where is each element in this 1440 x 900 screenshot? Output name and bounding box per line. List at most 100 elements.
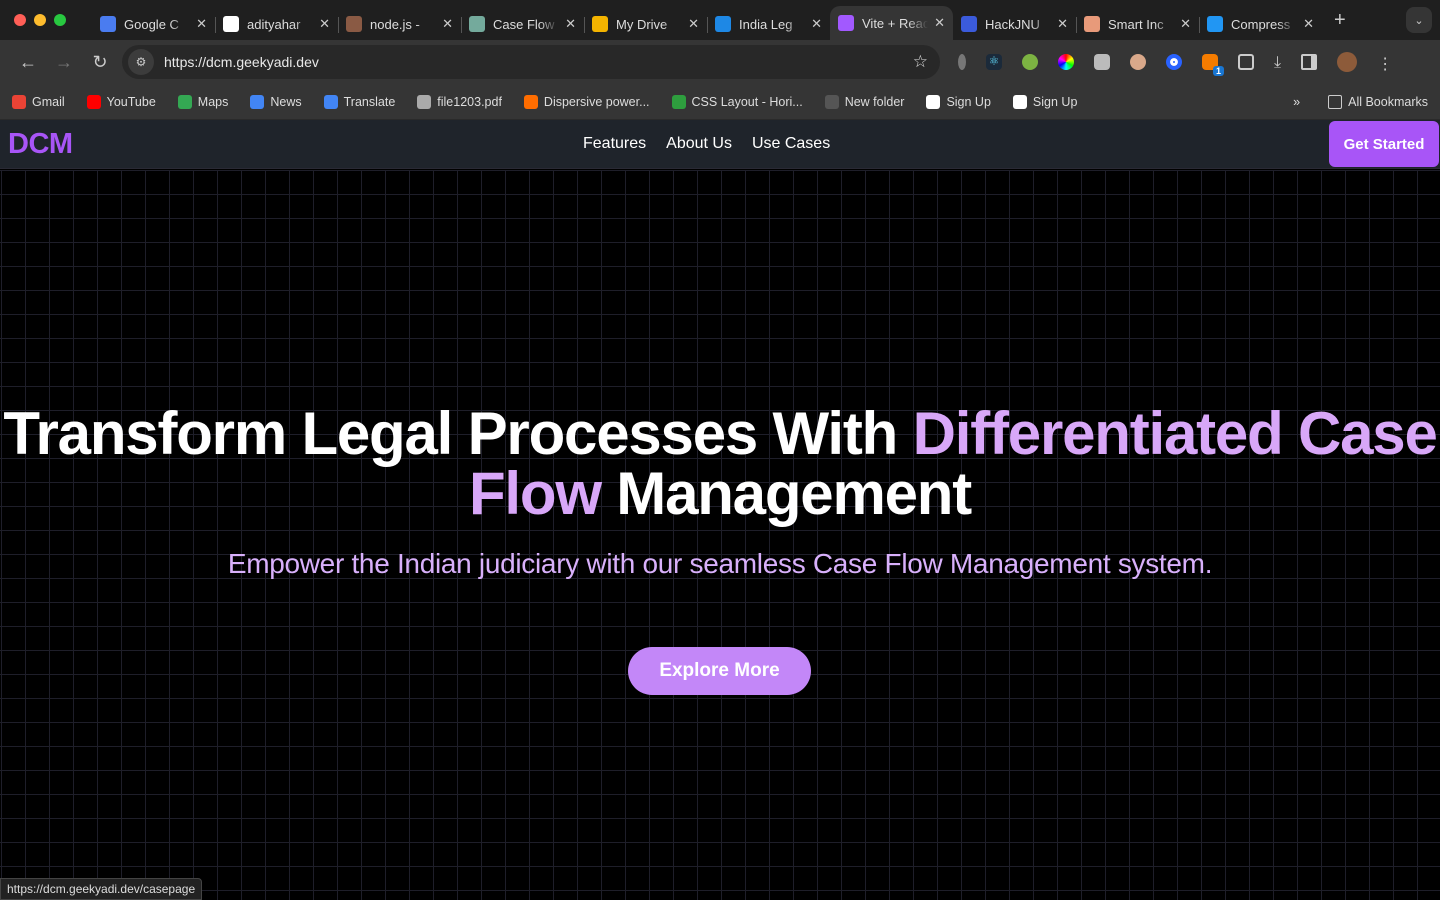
- tab[interactable]: Vite + React ✕: [830, 6, 953, 40]
- close-tab-icon[interactable]: ✕: [196, 16, 207, 32]
- nav-use-cases[interactable]: Use Cases: [752, 135, 830, 153]
- extension-circle-icon[interactable]: [1166, 54, 1182, 70]
- all-bookmarks-button[interactable]: All Bookmarks: [1328, 94, 1428, 109]
- site-navbar: DCM Features About Us Use Cases Get Star…: [0, 120, 1440, 169]
- side-panel-icon[interactable]: [1301, 54, 1318, 70]
- site-settings-icon[interactable]: ⚙: [128, 49, 154, 75]
- browser-toolbar: ← → ↻ ⚙ https://dcm.geekyadi.dev ☆ ⚛ 1 ⤓…: [0, 40, 1440, 84]
- close-tab-icon[interactable]: ✕: [442, 16, 453, 32]
- bookmark-label: New folder: [844, 94, 905, 109]
- bookmark-item[interactable]: News: [250, 94, 302, 109]
- bookmark-favicon-icon: [417, 94, 432, 109]
- extensions-puzzle-icon[interactable]: [1238, 54, 1254, 70]
- tab-title: Google C: [124, 16, 179, 32]
- extension-icon[interactable]: [1094, 54, 1110, 70]
- window-controls: [14, 14, 66, 26]
- url-text[interactable]: https://dcm.geekyadi.dev: [164, 54, 913, 70]
- bookmark-item[interactable]: Sign Up: [926, 94, 991, 109]
- bookmark-item[interactable]: CSS Layout - Hori...: [671, 94, 803, 109]
- tab-title: Smart Inc: [1108, 16, 1164, 32]
- tab[interactable]: Google C ✕: [92, 8, 215, 40]
- bookmark-item[interactable]: Translate: [323, 94, 395, 109]
- tab-bar: Google C ✕ adityahar ✕ node.js - ✕ Case Flow ✕ M…: [0, 0, 1440, 40]
- bookmark-favicon-icon: [1012, 94, 1027, 109]
- color-picker-icon[interactable]: [1058, 54, 1074, 70]
- tab[interactable]: My Drive ✕: [584, 8, 707, 40]
- reload-button[interactable]: ↻: [82, 52, 118, 73]
- extension-plus-icon[interactable]: [1022, 54, 1038, 70]
- bookmark-label: YouTube: [106, 94, 156, 109]
- close-tab-icon[interactable]: ✕: [1180, 16, 1191, 32]
- new-tab-button[interactable]: +: [1334, 9, 1346, 32]
- tab-search-button[interactable]: ⌄: [1406, 7, 1432, 33]
- title-text: Transform Legal Processes With: [3, 400, 913, 467]
- bookmark-item[interactable]: Maps: [177, 94, 229, 109]
- nav-about-us[interactable]: About Us: [666, 135, 732, 153]
- tab-title: Case Flow: [493, 16, 555, 32]
- forward-button[interactable]: →: [46, 52, 82, 73]
- close-tab-icon[interactable]: ✕: [811, 16, 822, 32]
- bookmark-favicon-icon: [86, 94, 101, 109]
- extension-badge: 1: [1212, 66, 1224, 76]
- close-tab-icon[interactable]: ✕: [319, 16, 330, 32]
- bookmark-label: Maps: [197, 94, 229, 109]
- download-icon[interactable]: ⤓: [1274, 54, 1281, 71]
- title-highlight: Flow: [468, 460, 602, 527]
- bookmark-item[interactable]: Gmail: [12, 94, 65, 109]
- explore-more-button[interactable]: Explore More: [628, 647, 811, 695]
- minimize-window-button[interactable]: [34, 14, 46, 26]
- close-window-button[interactable]: [14, 14, 26, 26]
- bookmark-label: Sign Up: [1032, 94, 1078, 109]
- metamask-icon[interactable]: 1: [1202, 54, 1224, 76]
- more-bookmarks-chevron-icon[interactable]: »: [1293, 95, 1300, 109]
- address-bar[interactable]: ⚙ https://dcm.geekyadi.dev ☆: [122, 45, 940, 79]
- bookmark-item[interactable]: New folder: [824, 94, 905, 109]
- bookmark-star-icon[interactable]: ☆: [913, 52, 928, 72]
- tab[interactable]: HackJNU ✕: [953, 8, 1076, 40]
- profile-avatar[interactable]: [1337, 52, 1358, 72]
- chatgpt-icon: [469, 16, 485, 32]
- logo[interactable]: DCM: [8, 128, 73, 161]
- tab[interactable]: Smart Inc ✕: [1076, 8, 1199, 40]
- react-devtools-icon[interactable]: ⚛: [986, 54, 1002, 70]
- bulb-icon: [1084, 16, 1100, 32]
- bookmark-item[interactable]: file1203.pdf: [417, 94, 502, 109]
- k-icon: [715, 16, 731, 32]
- close-tab-icon[interactable]: ✕: [688, 16, 699, 32]
- close-tab-icon[interactable]: ✕: [1303, 16, 1314, 32]
- close-tab-icon[interactable]: ✕: [934, 15, 945, 31]
- maximize-window-button[interactable]: [54, 14, 66, 26]
- vite-icon: [838, 15, 854, 31]
- tab-title: India Leg: [739, 16, 793, 32]
- title-highlight: Differentiated Case: [912, 400, 1438, 467]
- close-tab-icon[interactable]: ✕: [1057, 16, 1068, 32]
- close-tab-icon[interactable]: ✕: [565, 16, 576, 32]
- tab[interactable]: India Leg ✕: [707, 8, 830, 40]
- tab[interactable]: node.js - ✕: [338, 8, 461, 40]
- nav-features[interactable]: Features: [583, 135, 646, 153]
- bookmark-item[interactable]: YouTube: [86, 94, 156, 109]
- docs-icon: [961, 16, 977, 32]
- bookmark-favicon-icon: [523, 94, 538, 109]
- status-bar-url: https://dcm.geekyadi.dev/casepage: [0, 878, 203, 900]
- chrome-icon: [100, 16, 116, 32]
- bookmarks-bar: Gmail YouTube Maps News Translate file1203.pd…: [0, 84, 1440, 120]
- menu-kebab-icon[interactable]: ⋮: [1377, 54, 1393, 73]
- bookmark-item[interactable]: Sign Up: [1012, 94, 1078, 109]
- bookmark-label: Sign Up: [946, 94, 991, 109]
- extension-icon[interactable]: [958, 54, 966, 70]
- bookmark-item[interactable]: Dispersive power...: [523, 94, 650, 109]
- file-icon: [1207, 16, 1223, 32]
- get-started-button[interactable]: Get Started: [1329, 121, 1439, 167]
- bookmark-favicon-icon: [12, 94, 26, 109]
- extension-face-icon[interactable]: [1130, 54, 1146, 70]
- bookmark-label: Gmail: [32, 94, 65, 109]
- bookmark-label: CSS Layout - Hori...: [691, 94, 803, 109]
- tab[interactable]: Compress ✕: [1199, 8, 1322, 40]
- tab[interactable]: adityahar ✕: [215, 8, 338, 40]
- hero-subtitle: Empower the Indian judiciary with our se…: [227, 548, 1213, 579]
- tab-title: HackJNU: [985, 16, 1040, 32]
- tab[interactable]: Case Flow ✕: [461, 8, 584, 40]
- back-button[interactable]: ←: [10, 52, 46, 73]
- tab-title: Compress: [1231, 16, 1291, 32]
